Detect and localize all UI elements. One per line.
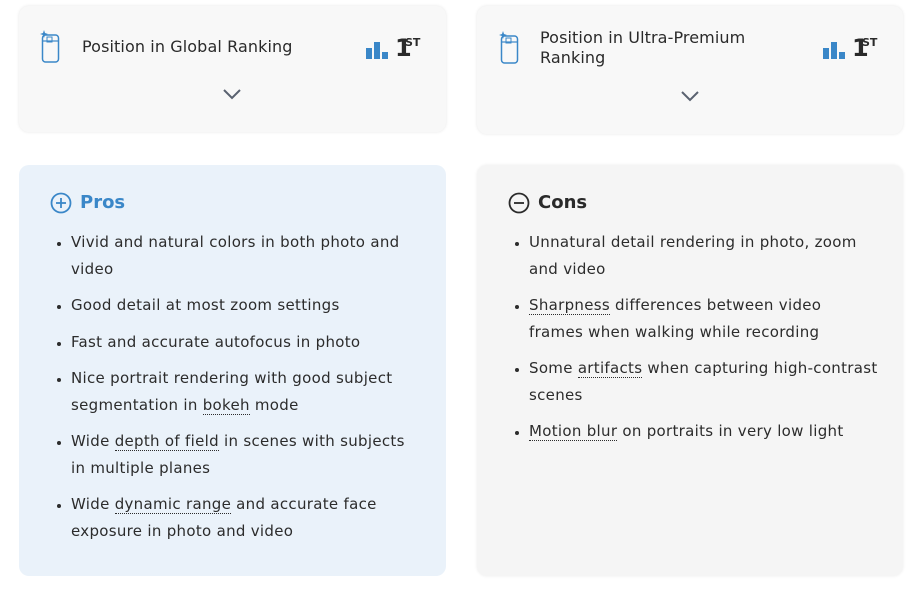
- bar-chart-icon: [823, 42, 845, 59]
- cons-item: Unnatural detail rendering in photo, zoo…: [529, 229, 879, 282]
- cons-glossary-link[interactable]: Motion blur: [529, 422, 618, 441]
- plus-circle-icon: [50, 192, 72, 214]
- pros-item-text: Wide: [71, 432, 115, 450]
- minus-circle-icon: [508, 192, 530, 214]
- cons-header: Cons: [508, 191, 587, 215]
- cons-item: Some artifacts when capturing high-contr…: [529, 355, 879, 408]
- pros-item-text: Fast and accurate autofocus in photo: [71, 332, 361, 351]
- pros-item: Fast and accurate autofocus in photo: [71, 329, 416, 356]
- cons-title: Cons: [538, 192, 588, 213]
- pros-list: Vivid and natural colors in both photo a…: [49, 229, 416, 554]
- ranking-title: Position in Global Ranking: [82, 37, 293, 56]
- cons-item-text: Some: [529, 359, 578, 377]
- phone-sparkle-icon: [499, 31, 519, 64]
- ultra-premium-ranking-card[interactable]: Position in Ultra-Premium Ranking 1 ST: [477, 6, 903, 134]
- pros-item-text: Wide: [71, 495, 115, 513]
- pros-item-text: Vivid and natural colors in both photo a…: [71, 233, 400, 278]
- pros-glossary-link[interactable]: bokeh: [202, 395, 250, 415]
- cons-item: Sharpness differences between video fram…: [529, 292, 879, 345]
- chevron-down-icon[interactable]: [222, 88, 242, 100]
- phone-sparkle-icon: [40, 30, 60, 63]
- cons-panel: Cons Unnatural detail rendering in photo…: [477, 165, 903, 576]
- pros-glossary-link[interactable]: depth of field: [114, 432, 219, 451]
- pros-panel: Pros Vivid and natural colors in both ph…: [19, 165, 446, 576]
- pros-item: Wide dynamic range and accurate face exp…: [71, 491, 416, 544]
- ranking-suffix: ST: [405, 36, 421, 49]
- ranking-title: Position in Ultra-Premium Ranking: [540, 28, 746, 67]
- pros-item: Wide depth of field in scenes with subje…: [71, 428, 416, 481]
- pros-header: Pros: [50, 191, 125, 215]
- pros-title: Pros: [80, 192, 126, 213]
- pros-item: Nice portrait rendering with good subjec…: [71, 365, 416, 418]
- cons-glossary-link[interactable]: artifacts: [577, 359, 643, 378]
- bar-chart-icon: [366, 42, 388, 59]
- chevron-down-icon[interactable]: [680, 90, 700, 102]
- pros-item-text: mode: [249, 395, 299, 414]
- cons-item-text: Unnatural detail rendering in photo, zoo…: [529, 233, 857, 278]
- ranking-suffix: ST: [862, 36, 878, 49]
- cons-item: Motion blur on portraits in very low lig…: [529, 418, 879, 445]
- pros-glossary-link[interactable]: dynamic range: [114, 495, 232, 514]
- global-ranking-card[interactable]: Position in Global Ranking 1 ST: [19, 6, 446, 132]
- pros-item: Good detail at most zoom settings: [71, 292, 416, 319]
- cons-list: Unnatural detail rendering in photo, zoo…: [507, 229, 879, 455]
- cons-glossary-link[interactable]: Sharpness: [529, 296, 610, 315]
- pros-item: Vivid and natural colors in both photo a…: [71, 229, 416, 282]
- cons-item-text: on portraits in very low light: [617, 422, 844, 440]
- pros-item-text: Good detail at most zoom settings: [71, 296, 340, 314]
